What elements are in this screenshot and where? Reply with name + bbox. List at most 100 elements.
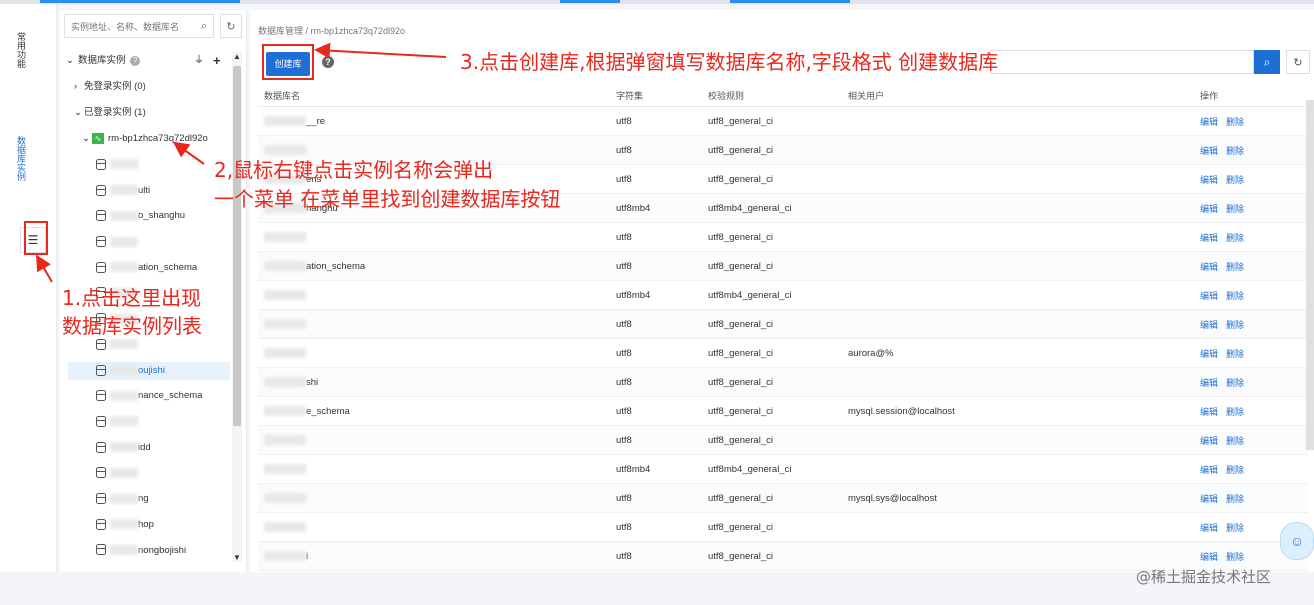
scroll-up-icon[interactable]: ▲ bbox=[233, 52, 241, 61]
delete-link[interactable]: 删除 bbox=[1226, 465, 1244, 475]
redacted-text bbox=[110, 390, 138, 401]
table-row[interactable]: __re utf8 utf8_general_ci 编辑 删除 bbox=[258, 106, 1308, 136]
table-row[interactable]: utf8 utf8_general_ci 编辑 删除 bbox=[258, 425, 1308, 455]
tree-database-item[interactable]: hop bbox=[96, 516, 154, 534]
cell-user bbox=[842, 135, 1194, 165]
cell-collation: utf8_general_ci bbox=[702, 338, 842, 368]
table-row[interactable]: utf8mb4 utf8mb4_general_ci 编辑 删除 bbox=[258, 454, 1308, 484]
tree-database-item[interactable]: oujishi bbox=[68, 361, 230, 380]
delete-link[interactable]: 删除 bbox=[1226, 233, 1244, 243]
redacted-text bbox=[110, 544, 138, 555]
table-row[interactable]: ation_schema utf8 utf8_general_ci 编辑 删除 bbox=[258, 251, 1308, 281]
redacted-text bbox=[264, 115, 306, 126]
delete-link[interactable]: 删除 bbox=[1226, 291, 1244, 301]
table-row[interactable]: utf8 utf8_general_ci 编辑 删除 bbox=[258, 222, 1308, 252]
column-header: 字符集 bbox=[610, 84, 702, 107]
redacted-text bbox=[110, 236, 138, 247]
instance-search-input[interactable] bbox=[69, 16, 193, 38]
tree-database-item[interactable]: ation_schema bbox=[96, 259, 197, 277]
table-row[interactable]: utf8 utf8_general_ci 编辑 删除 bbox=[258, 309, 1308, 339]
help-icon[interactable]: ? bbox=[130, 56, 140, 66]
tree-database-item[interactable]: ng bbox=[96, 490, 149, 508]
edit-link[interactable]: 编辑 bbox=[1200, 407, 1218, 417]
help-icon[interactable]: ? bbox=[322, 56, 334, 68]
tree-database-item[interactable]: ulti bbox=[96, 182, 150, 200]
edit-link[interactable]: 编辑 bbox=[1200, 465, 1218, 475]
search-button[interactable]: ⌕ bbox=[1254, 50, 1280, 74]
tree-database-item[interactable] bbox=[96, 336, 138, 354]
search-icon: ⌕ bbox=[1263, 54, 1271, 69]
database-icon bbox=[96, 338, 106, 350]
add-instance-button[interactable]: + bbox=[213, 52, 221, 70]
tree-group-free-login[interactable]: › 免登录实例 (0) bbox=[74, 78, 146, 96]
table-row[interactable]: shi utf8 utf8_general_ci 编辑 删除 bbox=[258, 367, 1308, 397]
delete-link[interactable]: 删除 bbox=[1226, 552, 1244, 562]
delete-link[interactable]: 删除 bbox=[1226, 378, 1244, 388]
edit-link[interactable]: 编辑 bbox=[1200, 320, 1218, 330]
tree-database-item[interactable] bbox=[96, 156, 138, 174]
rail-tab-instances[interactable]: 数据库实例 bbox=[10, 136, 32, 181]
delete-link[interactable]: 删除 bbox=[1226, 320, 1244, 330]
edit-link[interactable]: 编辑 bbox=[1200, 146, 1218, 156]
tree-database-item[interactable]: idd bbox=[96, 439, 151, 457]
edit-link[interactable]: 编辑 bbox=[1200, 291, 1218, 301]
table-row[interactable]: utf8mb4 utf8mb4_general_ci 编辑 删除 bbox=[258, 280, 1308, 310]
cell-db-name bbox=[258, 222, 610, 252]
delete-link[interactable]: 删除 bbox=[1226, 117, 1244, 127]
redacted-text bbox=[110, 339, 138, 350]
delete-link[interactable]: 删除 bbox=[1226, 494, 1244, 504]
filter-icon[interactable]: ⏚ bbox=[194, 52, 204, 70]
delete-link[interactable]: 删除 bbox=[1226, 407, 1244, 417]
edit-link[interactable]: 编辑 bbox=[1200, 523, 1218, 533]
edit-link[interactable]: 编辑 bbox=[1200, 552, 1218, 562]
tree-instance-node[interactable]: ⌄ ∿ rm-bp1zhca73q72dl92o bbox=[82, 130, 208, 148]
tree-database-item[interactable]: o_shanghu bbox=[96, 207, 185, 225]
column-header: 操作 bbox=[1194, 84, 1308, 107]
delete-link[interactable]: 删除 bbox=[1226, 175, 1244, 185]
edit-link[interactable]: 编辑 bbox=[1200, 117, 1218, 127]
tree-database-item[interactable] bbox=[96, 413, 138, 431]
cell-charset: utf8 bbox=[610, 222, 702, 252]
tree-scrollbar[interactable]: ▲ ▼ bbox=[232, 52, 242, 562]
cell-charset: utf8 bbox=[610, 135, 702, 165]
cell-collation: utf8_general_ci bbox=[702, 425, 842, 455]
refresh-button[interactable]: ↻ bbox=[1286, 50, 1310, 74]
assistant-bot-icon[interactable]: ☺ bbox=[1280, 522, 1314, 560]
chevron-down-icon[interactable]: ⌄ bbox=[66, 52, 74, 70]
refresh-button[interactable]: ↻ bbox=[220, 14, 242, 38]
redacted-text bbox=[264, 231, 306, 242]
tree-group-logged-in[interactable]: ⌄ 已登录实例 (1) bbox=[74, 104, 146, 122]
scroll-thumb[interactable] bbox=[233, 66, 241, 426]
edit-link[interactable]: 编辑 bbox=[1200, 233, 1218, 243]
tree-database-item[interactable] bbox=[96, 464, 138, 482]
edit-link[interactable]: 编辑 bbox=[1200, 378, 1218, 388]
delete-link[interactable]: 删除 bbox=[1226, 262, 1244, 272]
search-icon[interactable]: ⌕ bbox=[201, 20, 207, 33]
table-row[interactable]: utf8 utf8_general_ci aurora@% 编辑 删除 bbox=[258, 338, 1308, 368]
delete-link[interactable]: 删除 bbox=[1226, 436, 1244, 446]
edit-link[interactable]: 编辑 bbox=[1200, 204, 1218, 214]
main-scrollbar[interactable] bbox=[1306, 100, 1314, 450]
tree-database-item[interactable] bbox=[96, 233, 138, 251]
database-icon bbox=[96, 544, 106, 556]
cell-db-name bbox=[258, 454, 610, 484]
delete-link[interactable]: 删除 bbox=[1226, 146, 1244, 156]
edit-link[interactable]: 编辑 bbox=[1200, 262, 1218, 272]
table-row[interactable]: e_schema utf8 utf8_general_ci mysql.session… bbox=[258, 396, 1308, 426]
edit-link[interactable]: 编辑 bbox=[1200, 349, 1218, 359]
scroll-down-icon[interactable]: ▼ bbox=[233, 553, 241, 562]
delete-link[interactable]: 删除 bbox=[1226, 349, 1244, 359]
tree-header[interactable]: ⌄ 数据库实例 ? ⏚ + bbox=[60, 52, 232, 70]
table-row[interactable]: utf8 utf8_general_ci 编辑 删除 bbox=[258, 512, 1308, 542]
table-row[interactable]: utf8 utf8_general_ci mysql.sys@localhost 编辑… bbox=[258, 483, 1308, 513]
delete-link[interactable]: 删除 bbox=[1226, 523, 1244, 533]
delete-link[interactable]: 删除 bbox=[1226, 204, 1244, 214]
tree-database-item[interactable]: nongbojishi bbox=[96, 542, 186, 560]
edit-link[interactable]: 编辑 bbox=[1200, 494, 1218, 504]
annotation-step3: 3.点击创建库,根据弹窗填写数据库名称,字段格式 创建数据库 bbox=[460, 50, 999, 74]
tree-database-item[interactable]: nance_schema bbox=[96, 387, 202, 405]
database-search-input[interactable] bbox=[990, 50, 1254, 74]
edit-link[interactable]: 编辑 bbox=[1200, 436, 1218, 446]
edit-link[interactable]: 编辑 bbox=[1200, 175, 1218, 185]
rail-tab-common[interactable]: 常用功能 bbox=[10, 32, 32, 68]
